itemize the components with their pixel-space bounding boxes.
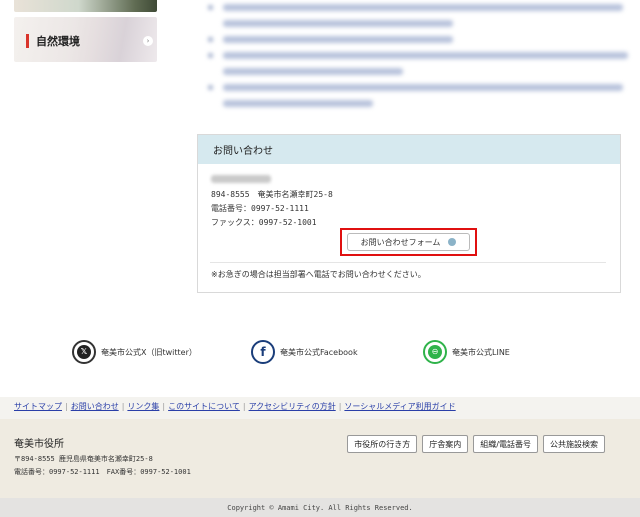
footer-link-accessibility[interactable]: アクセシビリティの方針 — [249, 402, 336, 411]
social-link-x[interactable]: 𝕏 奄美市公式X（旧twitter） — [72, 340, 197, 364]
sidebar-banner-top[interactable] — [14, 0, 157, 12]
social-link-line[interactable]: ⊖ 奄美市公式LINE — [423, 340, 510, 364]
social-x-label: 奄美市公式X（旧twitter） — [101, 347, 197, 357]
contact-form-button-label: お問い合わせフォーム — [360, 237, 441, 247]
line-icon: ⊖ — [423, 340, 447, 364]
access-button[interactable]: 市役所の行き方 — [347, 435, 418, 453]
org-address: 〒894-8555 鹿児島県奄美市名瀬幸町25-8 — [14, 455, 153, 463]
building-guide-button[interactable]: 庁舎案内 — [422, 435, 469, 453]
contact-address: 894-8555 奄美市名瀬幸町25-8 — [211, 190, 333, 199]
footer-button-group: 市役所の行き方 庁舎案内 組織/電話番号 公共施設検索 — [347, 435, 605, 453]
org-phone-fax: 電話番号：0997-52-1111 FAX番号：0997-52-1001 — [14, 468, 191, 476]
contact-heading: お問い合わせ — [198, 135, 620, 164]
x-icon: 𝕏 — [72, 340, 96, 364]
footer-link-links[interactable]: リンク集 — [127, 402, 159, 411]
accent-bar — [26, 34, 29, 48]
contact-phone: 電話番号：0997-52-1111 — [211, 204, 309, 213]
facility-search-button[interactable]: 公共施設検索 — [543, 435, 605, 453]
org-address-block: 〒894-8555 鹿児島県奄美市名瀬幸町25-8 電話番号：0997-52-1… — [14, 453, 191, 479]
sidebar-banner-label: 自然環境 — [36, 35, 80, 48]
footer-link-about[interactable]: このサイトについて — [168, 402, 240, 411]
contact-note: ※お急ぎの場合は担当部署へ電話でお問い合わせください。 — [211, 270, 426, 279]
footer-info: 奄美市役所 〒894-8555 鹿児島県奄美市名瀬幸町25-8 電話番号：099… — [0, 419, 640, 498]
copyright: Copyright © Amami City. All Rights Reser… — [0, 498, 640, 517]
department-name-blurred — [211, 175, 271, 183]
facebook-icon: f — [251, 340, 275, 364]
org-name: 奄美市役所 — [14, 439, 64, 450]
blurred-link-list — [208, 4, 628, 116]
contact-form-button[interactable]: お問い合わせフォーム — [347, 233, 470, 251]
arrow-circle-icon — [448, 238, 457, 246]
social-line-label: 奄美市公式LINE — [452, 347, 510, 357]
social-facebook-label: 奄美市公式Facebook — [280, 347, 358, 357]
footer-link-bar: サイトマップ | お問い合わせ | リンク集 | このサイトについて | アクセシビリティの方針… — [0, 397, 640, 419]
divider — [210, 262, 606, 263]
contact-box: お問い合わせ 894-8555 奄美市名瀬幸町25-8 電話番号：0997-52… — [197, 134, 621, 293]
social-link-facebook[interactable]: f 奄美市公式Facebook — [251, 340, 358, 364]
footer-link-contact[interactable]: お問い合わせ — [71, 402, 119, 411]
footer-link-sitemap[interactable]: サイトマップ — [14, 402, 62, 411]
footer-link-social-guide[interactable]: ソーシャルメディア利用ガイド — [344, 402, 455, 411]
chevron-right-icon: › — [143, 36, 153, 46]
sidebar-banner-nature[interactable]: 自然環境 › — [14, 17, 157, 62]
organization-phone-button[interactable]: 組織/電話番号 — [473, 435, 538, 453]
form-button-highlight: お問い合わせフォーム — [340, 228, 477, 256]
